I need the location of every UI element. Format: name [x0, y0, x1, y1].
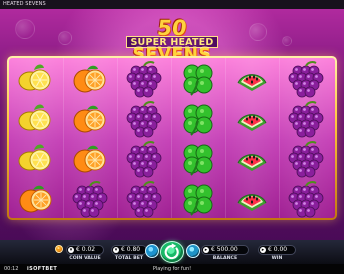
reel-separator: [63, 58, 64, 218]
symbol-grape: [122, 139, 166, 178]
orange-icon: [73, 105, 106, 133]
symbol-watermelon: [230, 99, 274, 137]
balance-arrow-icon: ▸: [203, 247, 209, 253]
lemon-icon: [18, 104, 51, 131]
symbol-grape: [284, 179, 328, 218]
symbol-clover: [176, 179, 220, 217]
lemon-icon: [18, 64, 51, 91]
watermelon-icon: [237, 154, 267, 171]
coin-value-arrow-icon[interactable]: ▾: [68, 247, 74, 253]
watermelon-icon: [237, 114, 267, 131]
symbol-grape: [122, 99, 166, 138]
symbol-watermelon: [230, 59, 274, 97]
spin-button[interactable]: [160, 241, 184, 263]
bubble-decoration: [58, 31, 72, 45]
reel-separator: [117, 58, 118, 218]
win-label: WIN: [271, 256, 283, 261]
symbol-grape: [284, 59, 328, 98]
symbol-grape: [284, 139, 328, 178]
bubble-decoration: [15, 19, 35, 39]
symbol-grape: [122, 179, 166, 218]
reel-separator: [279, 58, 280, 218]
coin-icon[interactable]: [55, 245, 63, 253]
game-stage: 50 SUPER HEATED SEVENS: [0, 9, 344, 240]
grape-icon: [288, 101, 324, 138]
symbol-clover: [176, 59, 220, 97]
grape-icon: [126, 181, 162, 218]
reel-separator: [171, 58, 172, 218]
symbol-grape: [122, 59, 166, 98]
symbol-clover: [176, 139, 220, 177]
status-bar: 00:12 iSOFTBET Playing for fun!: [0, 264, 344, 274]
grape-icon: [72, 181, 108, 218]
total-bet-label: TOTAL BET: [114, 256, 144, 261]
symbol-orange: [68, 139, 112, 177]
symbol-watermelon: [230, 139, 274, 177]
symbol-orange: [14, 179, 58, 217]
total-bet-control[interactable]: ▾ € 0.80: [111, 245, 147, 255]
reel-6: [279, 58, 333, 218]
control-bar: ▾ € 0.02 COIN VALUE ▾ € 0.80 TOTAL BET ▸…: [0, 240, 344, 264]
symbol-clover: [176, 99, 220, 137]
clover-icon: [183, 144, 213, 176]
grape-icon: [288, 61, 324, 98]
reel-separator: [225, 58, 226, 218]
grape-icon: [288, 141, 324, 178]
symbol-lemon: [14, 139, 58, 177]
clover-icon: [183, 104, 213, 136]
clover-icon: [183, 184, 213, 216]
win-display: ▸ € 0.00: [258, 245, 296, 255]
total-bet-arrow-icon[interactable]: ▾: [113, 247, 119, 253]
symbol-watermelon: [230, 179, 274, 217]
total-bet-value: € 0.80: [121, 246, 141, 253]
orange-icon: [19, 185, 52, 213]
balance-value: € 500.00: [211, 246, 238, 253]
win-value: € 0.00: [268, 246, 288, 253]
reel-frame: [7, 56, 337, 220]
symbol-orange: [68, 59, 112, 97]
slot-game: HEATED SEVENS 50 SUPER HEATED SEVENS ▾ €…: [0, 0, 344, 274]
reel-4: [171, 58, 225, 218]
win-arrow-icon: ▸: [260, 247, 266, 253]
symbol-lemon: [14, 99, 58, 137]
grape-icon: [126, 101, 162, 138]
symbol-grape: [68, 179, 112, 218]
reel-grid: [9, 58, 335, 218]
bubble-decoration: [249, 23, 267, 41]
watermelon-icon: [237, 194, 267, 211]
symbol-orange: [68, 99, 112, 137]
orange-icon: [73, 145, 106, 173]
reel-2: [63, 58, 117, 218]
status-message: Playing for fun!: [152, 266, 192, 272]
clover-icon: [183, 64, 213, 96]
reel-5: [225, 58, 279, 218]
coin-value: € 0.02: [76, 246, 96, 253]
grape-icon: [126, 61, 162, 98]
balance-display: ▸ € 500.00: [201, 245, 249, 255]
grape-icon: [288, 181, 324, 218]
autoplay-icon[interactable]: [145, 244, 159, 258]
fast-play-icon[interactable]: [186, 244, 200, 258]
orange-icon: [73, 65, 106, 93]
coin-value-label: COIN VALUE: [69, 256, 101, 261]
symbol-grape: [284, 99, 328, 138]
reel-3: [117, 58, 171, 218]
grape-icon: [126, 141, 162, 178]
coin-value-control[interactable]: ▾ € 0.02: [66, 245, 104, 255]
watermelon-icon: [237, 74, 267, 91]
balance-label: BALANCE: [212, 256, 238, 261]
bubble-decoration: [282, 36, 292, 46]
spin-icon: [164, 243, 179, 260]
reel-1: [9, 58, 63, 218]
symbol-lemon: [14, 59, 58, 97]
lemon-icon: [18, 144, 51, 171]
window-title: HEATED SEVENS: [0, 0, 344, 9]
